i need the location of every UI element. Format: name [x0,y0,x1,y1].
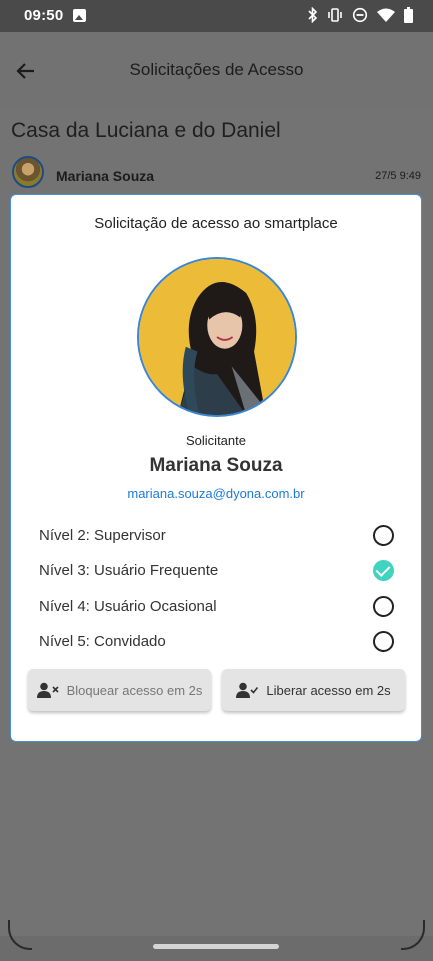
wifi-icon [377,8,395,28]
requester-avatar [137,257,297,417]
allow-access-label: Liberar acesso em 2s [266,682,391,698]
level-option-4[interactable]: Nível 4: Usuário Ocasional [39,594,394,620]
dialog-title: Solicitação de acesso ao smartplace [94,215,338,232]
status-icons [308,6,413,28]
requester-email[interactable]: mariana.souza@dyona.com.br [11,486,421,501]
status-time: 09:50 [24,7,64,24]
level-label: Nível 3: Usuário Frequente [39,562,219,579]
status-bar: 09:50 [0,0,433,32]
level-option-3[interactable]: Nível 3: Usuário Frequente [39,558,394,584]
level-label: Nível 2: Supervisor [39,527,166,544]
level-label: Nível 5: Convidado [39,633,166,650]
battery-icon [404,7,413,28]
level-label: Nível 4: Usuário Ocasional [39,598,217,615]
level-option-2[interactable]: Nível 2: Supervisor [39,523,394,549]
radio-button[interactable] [373,596,394,617]
vibrate-icon [327,7,343,28]
radio-button[interactable] [373,631,394,652]
block-access-button[interactable]: Bloquear acesso em 2s [28,669,211,711]
home-gesture-bar[interactable] [153,944,279,949]
check-circle-icon[interactable] [373,560,394,581]
allow-access-button[interactable]: Liberar acesso em 2s [222,669,405,711]
request-name[interactable]: Mariana Souza [56,168,154,184]
image-icon [73,9,86,22]
user-check-icon [236,682,259,698]
requester-label: Solicitante [186,433,246,448]
requester-name: Mariana Souza [149,455,283,476]
dnd-icon [352,7,368,28]
block-access-label: Bloquear acesso em 2s [66,682,203,698]
bluetooth-icon [308,6,318,28]
request-time: 27/5 9:49 [375,170,421,182]
access-request-dialog: Solicitação de acesso ao smartplace Soli… [10,194,422,742]
level-option-5[interactable]: Nível 5: Convidado [39,629,394,655]
place-title: Casa da Luciana e do Daniel [11,119,281,142]
radio-button[interactable] [373,525,394,546]
avatar [12,156,44,188]
user-remove-icon [36,682,59,698]
page-title: Solicitações de Acesso [129,60,304,79]
